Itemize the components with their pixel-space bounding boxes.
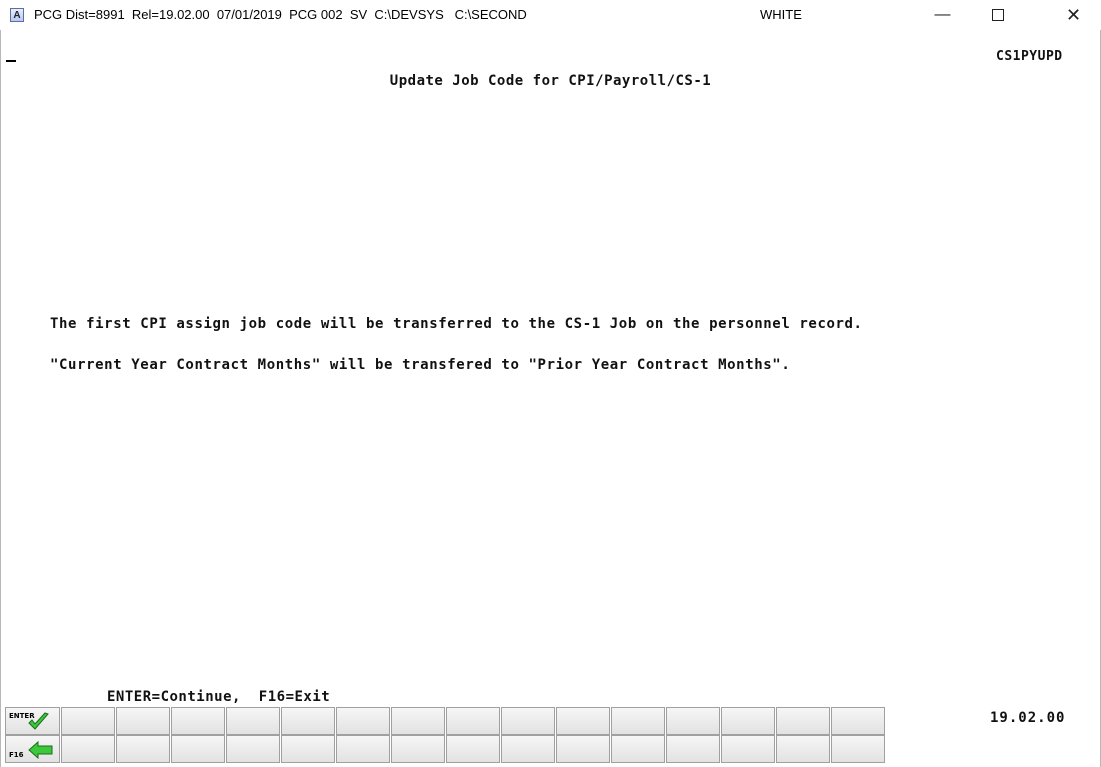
fkey-slot[interactable] [336,707,390,735]
program-id: CS1PYUPD [996,49,1063,64]
checkmark-icon [28,712,49,730]
app-icon[interactable]: A [10,8,24,22]
fkey-slot[interactable] [226,707,280,735]
function-key-row-2: F16 [5,735,886,763]
fkey-slot[interactable] [336,735,390,763]
fkey-slot[interactable] [666,707,720,735]
fkey-slot[interactable] [226,735,280,763]
fkey-slot[interactable] [171,707,225,735]
fkey-slot[interactable] [171,735,225,763]
fkey-slot[interactable] [611,735,665,763]
fkey-slot[interactable] [721,735,775,763]
fkey-slot[interactable] [611,707,665,735]
enter-key-button[interactable]: ENTER [5,707,60,735]
fkey-slot[interactable] [61,735,115,763]
back-arrow-icon [28,741,53,759]
fkey-slot[interactable] [666,735,720,763]
fkey-slot[interactable] [446,735,500,763]
fkey-slot[interactable] [501,707,555,735]
fkey-slot[interactable] [446,707,500,735]
title-bar[interactable]: A PCG Dist=8991 Rel=19.02.00 07/01/2019 … [0,0,1101,30]
fkey-slot[interactable] [776,707,830,735]
message-line-1: The first CPI assign job code will be tr… [50,316,863,332]
close-icon: ✕ [1065,5,1082,25]
text-cursor [6,60,16,62]
fkey-slot[interactable] [61,707,115,735]
fkey-slot[interactable] [391,707,445,735]
message-line-2: "Current Year Contract Months" will be t… [50,357,791,373]
page-title: Update Job Code for CPI/Payroll/CS-1 [389,73,712,89]
fkey-slot[interactable] [831,735,885,763]
function-key-grid: ENTER F16 [5,707,886,763]
minimize-button[interactable]: — [920,0,965,30]
minimize-icon: — [934,6,951,23]
fkey-slot[interactable] [391,735,445,763]
close-button[interactable]: ✕ [1051,0,1096,30]
fkey-slot[interactable] [776,735,830,763]
maximize-button[interactable] [975,0,1020,30]
fkey-slot[interactable] [116,735,170,763]
version-number: 19.02.00 [990,710,1066,726]
fkey-slot[interactable] [281,707,335,735]
window-border-left [0,0,1,767]
function-key-legend: ENTER=Continue, F16=Exit [107,689,331,705]
maximize-icon [991,8,1004,21]
f16-exit-button[interactable]: F16 [5,735,60,763]
fkey-slot[interactable] [831,707,885,735]
fkey-slot[interactable] [501,735,555,763]
function-key-row-1: ENTER [5,707,886,735]
f16-key-label: F16 [9,751,24,759]
window-title: PCG Dist=8991 Rel=19.02.00 07/01/2019 PC… [34,7,527,22]
fkey-slot[interactable] [556,735,610,763]
fkey-slot[interactable] [721,707,775,735]
fkey-slot[interactable] [281,735,335,763]
fkey-slot[interactable] [116,707,170,735]
fkey-slot[interactable] [556,707,610,735]
user-name: WHITE [760,7,802,22]
